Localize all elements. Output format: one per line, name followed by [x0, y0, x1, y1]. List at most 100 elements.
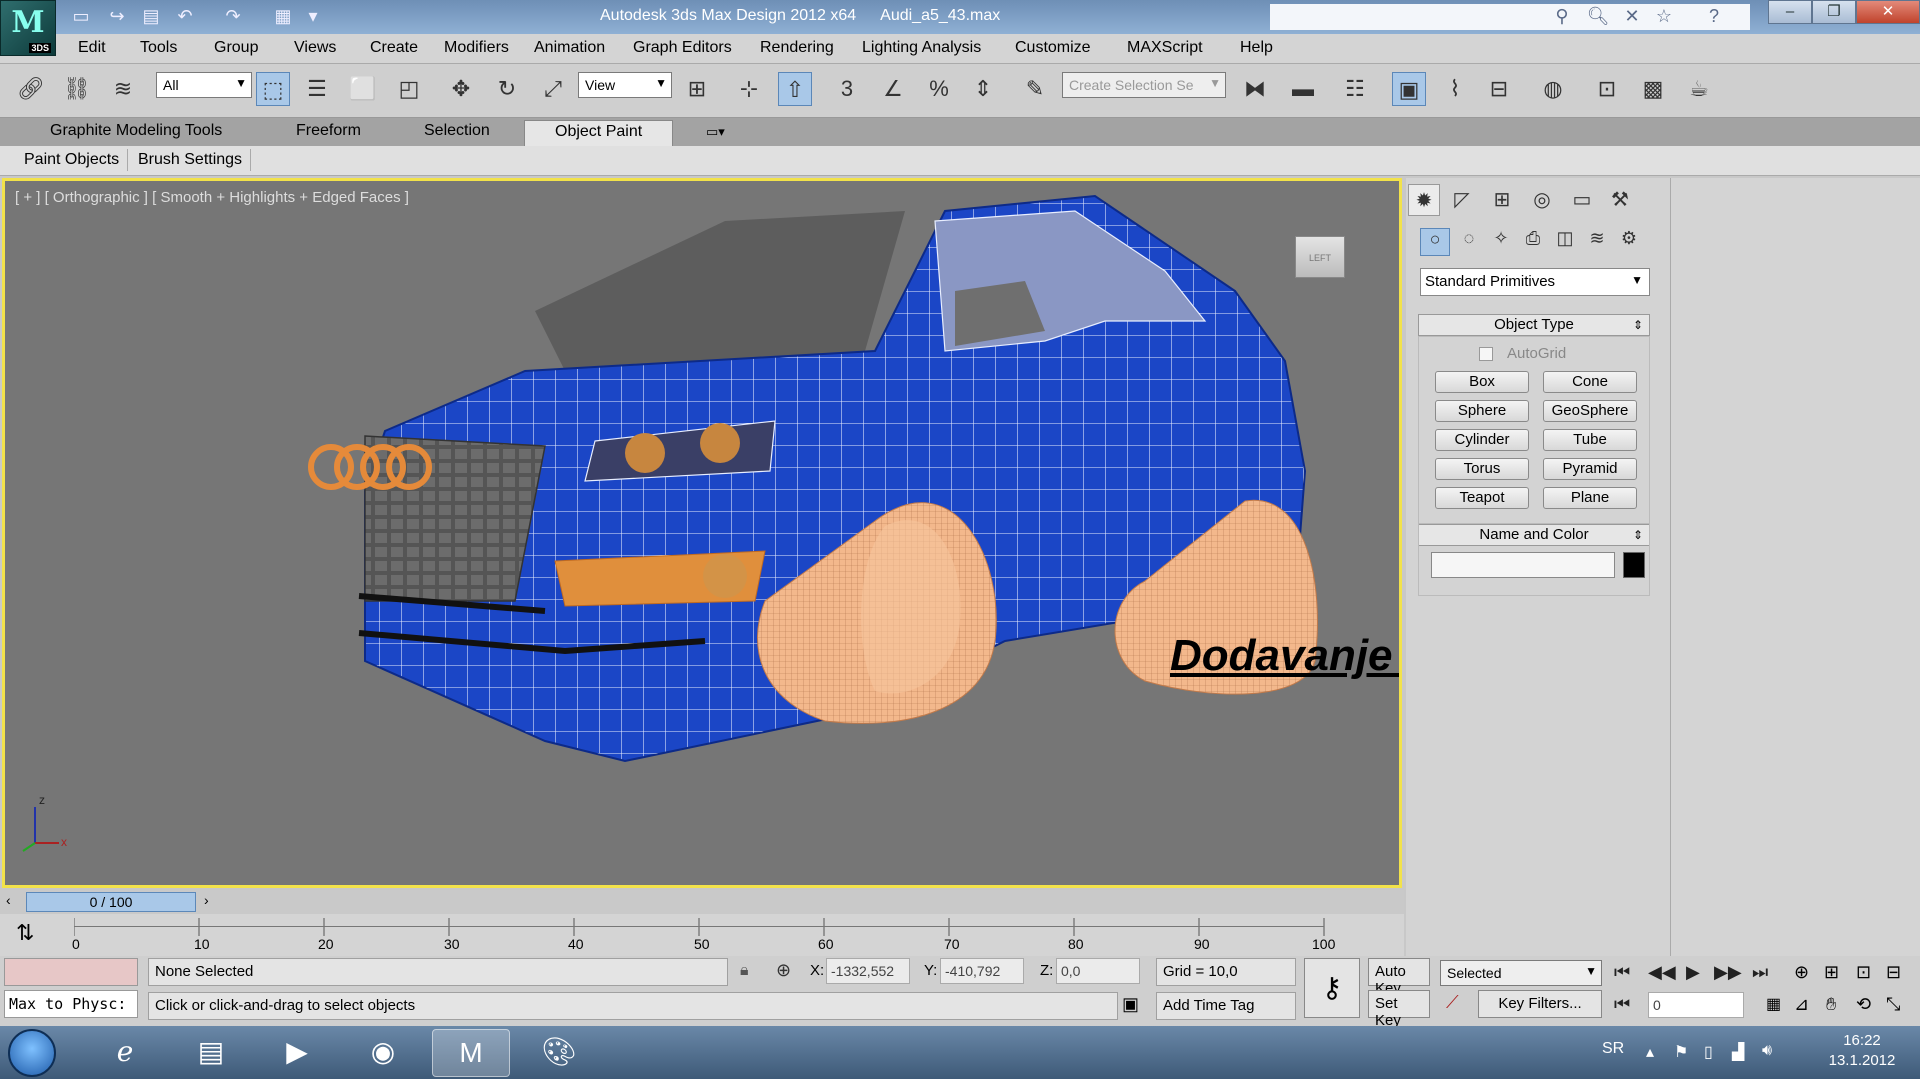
zoom-extents-icon[interactable]: ⊡	[1856, 962, 1871, 983]
subtab-paint-objects[interactable]: Paint Objects	[16, 149, 129, 171]
display-tab-icon[interactable]: ▭	[1566, 184, 1598, 216]
sphere-button[interactable]: Sphere	[1435, 400, 1529, 422]
3ds-max-taskbar-icon[interactable]: M	[432, 1029, 510, 1077]
motion-tab-icon[interactable]: ◎	[1526, 184, 1558, 216]
select-by-name-icon[interactable]: ☰	[300, 72, 334, 106]
window-crossing-icon[interactable]: ◰	[392, 72, 426, 106]
move-icon[interactable]: ✥	[444, 72, 478, 106]
default-in-out-tangent-icon[interactable]: ⟋	[1446, 992, 1459, 1013]
select-and-link-icon[interactable]: 🔗︎	[14, 72, 48, 106]
tab-graphite-modeling-tools[interactable]: Graphite Modeling Tools	[50, 122, 222, 140]
system-clock[interactable]: 16:22 13.1.2012	[1812, 1031, 1912, 1071]
previous-frame-icon[interactable]: ◀◀	[1648, 962, 1676, 983]
menu-lighting-analysis[interactable]: Lighting Analysis	[862, 39, 981, 57]
align-icon[interactable]: ▬	[1286, 72, 1320, 106]
cameras-category-icon[interactable]: ⎙	[1518, 228, 1548, 256]
time-configuration-icon[interactable]: ▦	[1766, 994, 1781, 1014]
utilities-tab-icon[interactable]: ⚒	[1604, 184, 1636, 216]
play-icon[interactable]: ▶	[1686, 962, 1700, 983]
absolute-mode-icon[interactable]: ⊕	[776, 960, 791, 981]
mirror-icon[interactable]: ⧓	[1238, 72, 1272, 106]
next-frame-arrow-icon[interactable]: ›	[204, 892, 209, 908]
favorites-star-icon[interactable]: ☆	[1652, 6, 1676, 28]
key-mode-dropdown[interactable]: Selected ▼	[1440, 960, 1602, 986]
selection-filter-dropdown[interactable]: All ▼	[156, 72, 252, 98]
menu-views[interactable]: Views	[294, 39, 336, 57]
object-color-swatch[interactable]	[1623, 552, 1645, 578]
viewport-label[interactable]: [ + ] [ Orthographic ] [ Smooth + Highli…	[15, 189, 409, 206]
cylinder-button[interactable]: Cylinder	[1435, 429, 1529, 451]
set-key-button[interactable]: Set Key	[1368, 990, 1430, 1029]
menu-help[interactable]: Help	[1240, 39, 1273, 57]
select-manipulate-icon[interactable]: ⊹	[732, 72, 766, 106]
prev-frame-arrow-icon[interactable]: ‹	[6, 892, 11, 908]
render-setup-icon[interactable]: ⊡	[1590, 72, 1624, 106]
graphite-toggle-icon[interactable]: ▣	[1392, 72, 1426, 106]
menu-group[interactable]: Group	[214, 39, 258, 57]
helpers-category-icon[interactable]: ◫	[1550, 228, 1580, 256]
time-slider[interactable]: 0 / 100	[26, 892, 196, 912]
rectangular-selection-icon[interactable]: ⬜	[346, 72, 380, 106]
minimize-button[interactable]: –	[1768, 0, 1812, 24]
tab-object-paint[interactable]: Object Paint	[524, 120, 674, 146]
maximize-button[interactable]: ❐	[1812, 0, 1856, 24]
cone-button[interactable]: Cone	[1543, 371, 1637, 393]
tab-freeform[interactable]: Freeform	[296, 122, 361, 140]
menu-animation[interactable]: Animation	[534, 39, 605, 57]
autogrid-checkbox[interactable]: AutoGrid	[1479, 345, 1566, 362]
torus-button[interactable]: Torus	[1435, 458, 1529, 480]
redo-icon[interactable]: ↷	[222, 6, 244, 26]
orbit-icon[interactable]: ⟲	[1856, 994, 1871, 1015]
key-mode-toggle-icon[interactable]: ⏮	[1614, 994, 1630, 1015]
curve-editor-icon[interactable]: ⌇	[1438, 72, 1472, 106]
help-icon[interactable]: ?	[1702, 6, 1726, 28]
create-tab-icon[interactable]: ✹	[1408, 184, 1440, 216]
pan-view-icon[interactable]: ✋︎	[1826, 994, 1836, 1015]
set-keys-icon[interactable]: ⚷	[1304, 958, 1360, 1018]
tray-expand-icon[interactable]: ▴	[1646, 1042, 1654, 1062]
field-of-view-icon[interactable]: ⊿	[1794, 994, 1809, 1015]
material-editor-icon[interactable]: ◍	[1536, 72, 1570, 106]
object-name-field[interactable]	[1431, 552, 1615, 578]
shapes-category-icon[interactable]: ◌	[1454, 228, 1484, 256]
media-player-icon[interactable]: ▶	[258, 1029, 336, 1077]
ribbon-options-icon[interactable]: ▭▾	[706, 124, 725, 140]
pivot-center-icon[interactable]: ⊞	[680, 72, 714, 106]
network-icon[interactable]: ▟	[1732, 1042, 1744, 1062]
snaps-toggle-icon[interactable]: 3	[830, 72, 864, 106]
zoom-extents-all-icon[interactable]: ⊟	[1886, 962, 1901, 983]
z-coordinate-field[interactable]: 0,0	[1056, 958, 1140, 984]
key-filters-button[interactable]: Key Filters...	[1478, 990, 1602, 1018]
application-button[interactable]: M 3DS	[0, 0, 56, 56]
systems-category-icon[interactable]: ⚙	[1614, 228, 1644, 256]
tube-button[interactable]: Tube	[1543, 429, 1637, 451]
pyramid-button[interactable]: Pyramid	[1543, 458, 1637, 480]
menu-maxscript[interactable]: MAXScript	[1127, 39, 1203, 57]
unlink-selection-icon[interactable]: ⛓	[60, 72, 94, 106]
next-frame-icon[interactable]: ▶▶	[1714, 962, 1742, 983]
schematic-view-icon[interactable]: ⊟	[1482, 72, 1516, 106]
plane-button[interactable]: Plane	[1543, 487, 1637, 509]
undo-icon[interactable]: ↶	[174, 6, 196, 26]
primitive-category-dropdown[interactable]: Standard Primitives ▼	[1420, 268, 1650, 296]
y-coordinate-field[interactable]: -410,792	[940, 958, 1024, 984]
teapot-button[interactable]: Teapot	[1435, 487, 1529, 509]
subtab-brush-settings[interactable]: Brush Settings	[130, 149, 252, 171]
quick-access-dropdown-icon[interactable]: ▾	[302, 6, 324, 26]
angle-snap-icon[interactable]: ∠	[876, 72, 910, 106]
maxscript-listener-input[interactable]: Max to Physc:	[4, 990, 138, 1018]
tab-selection[interactable]: Selection	[424, 122, 490, 140]
edit-named-selection-icon[interactable]: ✎	[1018, 72, 1052, 106]
communication-center-icon[interactable]: ✕	[1620, 6, 1644, 28]
search-icon[interactable]: 🔍︎	[1586, 6, 1610, 28]
file-explorer-icon[interactable]: ▤	[172, 1029, 250, 1077]
viewcube[interactable]: LEFT	[1295, 236, 1345, 278]
new-file-icon[interactable]: ▭	[70, 6, 92, 26]
menu-tools[interactable]: Tools	[140, 39, 177, 57]
paint-icon[interactable]: 🎨︎	[520, 1029, 598, 1077]
bind-space-warp-icon[interactable]: ≋	[106, 72, 140, 106]
named-selection-sets-dropdown[interactable]: Create Selection Se ▼	[1062, 72, 1226, 98]
render-production-icon[interactable]: ☕︎	[1682, 72, 1716, 106]
rendered-frame-window-icon[interactable]: ▩	[1636, 72, 1670, 106]
zoom-icon[interactable]: ⊕	[1794, 962, 1809, 983]
